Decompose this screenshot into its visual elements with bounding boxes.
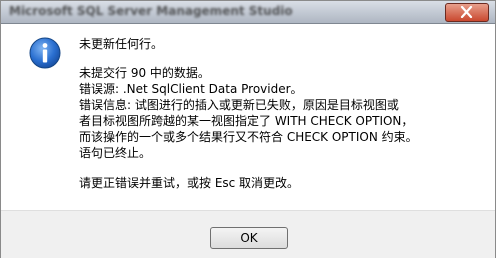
message-line: 者目标视图所跨越的某一视图指定了 WITH CHECK OPTION， — [79, 114, 414, 128]
info-icon — [29, 37, 61, 69]
ok-button[interactable]: OK — [210, 227, 288, 249]
error-dialog: Microsoft SQL Server Management Studio 未… — [0, 0, 496, 258]
message-heading: 未更新任何行。 — [79, 37, 164, 51]
close-icon — [460, 6, 473, 18]
message-area: 未更新任何行。 未提交行 90 中的数据。 错误源: .Net SqlClien… — [1, 24, 495, 210]
message-line: 语句已终止。 — [79, 146, 152, 160]
button-bar: OK — [1, 210, 495, 258]
message-line: 错误源: .Net SqlClient Data Provider。 — [79, 82, 303, 96]
message-instruction: 请更正错误并重试，或按 Esc 取消更改。 — [79, 176, 300, 190]
close-button[interactable] — [445, 3, 489, 22]
window-title: Microsoft SQL Server Management Studio — [9, 4, 293, 18]
message-line: 而该操作的一个或多个结果行又不符合 CHECK OPTION 约束。 — [79, 130, 418, 144]
message-line: 错误信息: 试图进行的插入或更新已失败，原因是目标视图或 — [79, 98, 399, 112]
message-line: 未提交行 90 中的数据。 — [79, 66, 210, 80]
title-bar[interactable]: Microsoft SQL Server Management Studio — [1, 1, 495, 24]
